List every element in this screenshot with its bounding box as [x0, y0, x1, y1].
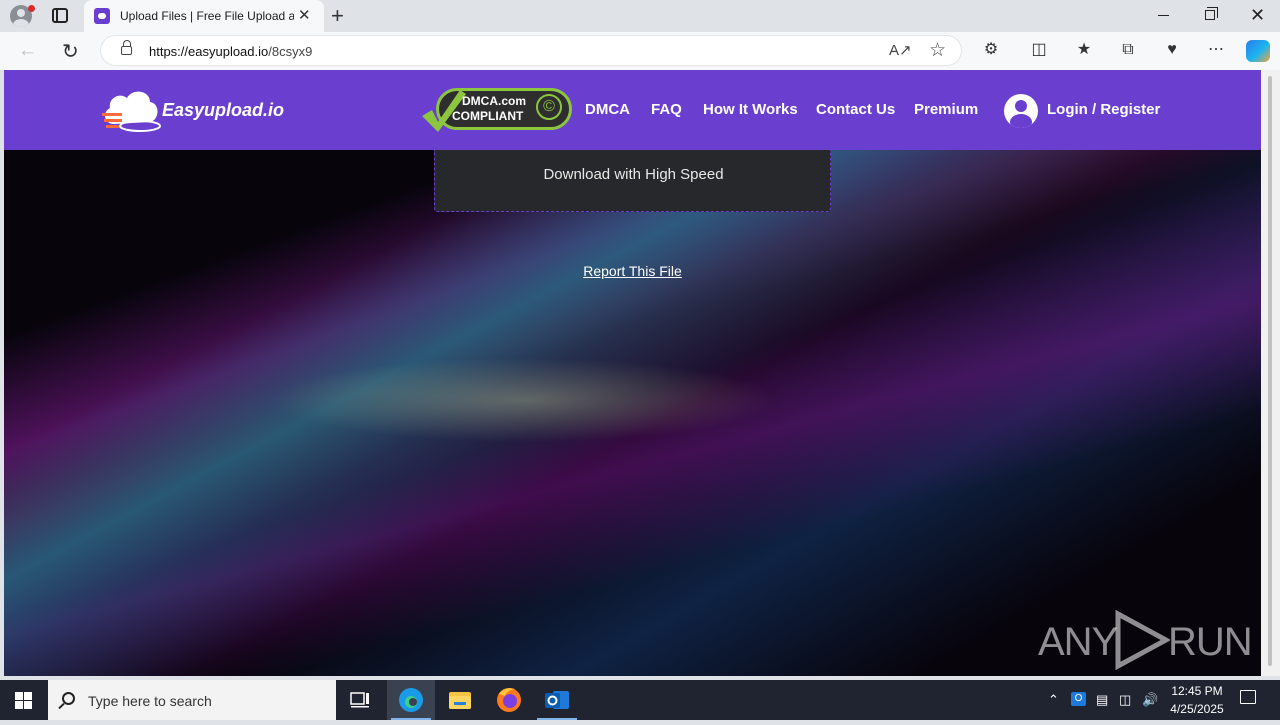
lock-icon[interactable] [121, 40, 132, 55]
favorites-icon[interactable]: ★ [1075, 41, 1093, 59]
tab-actions-icon[interactable] [52, 8, 68, 23]
site-favicon-icon [94, 8, 110, 24]
read-aloud-icon[interactable]: A↗ [889, 41, 912, 59]
windows-start-icon[interactable] [15, 692, 32, 709]
dmca-badge[interactable]: DMCA.com COMPLIANT © [418, 86, 574, 134]
restore-button[interactable] [1205, 7, 1218, 20]
site-header: Easyupload.io DMCA.com COMPLIANT © DMCA … [4, 70, 1261, 150]
tab-close-button[interactable]: ✕ [298, 7, 311, 24]
watermark-any-text: ANY [1038, 620, 1118, 664]
edge-taskbar-icon[interactable] [387, 680, 435, 720]
play-icon [1115, 610, 1170, 670]
login-register-link[interactable]: Login / Register [1047, 101, 1160, 118]
dmca-line2: COMPLIANT [452, 109, 524, 123]
nav-dmca-link[interactable]: DMCA [585, 101, 630, 118]
url-path: /8csyx9 [268, 44, 313, 59]
nav-faq-link[interactable]: FAQ [651, 101, 682, 118]
outlook-tray-icon[interactable]: O [1071, 692, 1086, 706]
taskbar-search-box[interactable]: Type here to search [48, 680, 336, 720]
copyright-icon: © [536, 94, 562, 120]
settings-more-icon[interactable]: ⋯ [1207, 41, 1225, 59]
dmca-line1: DMCA.com [462, 94, 527, 108]
search-icon [62, 692, 75, 705]
logo-text: Easyupload.io [162, 100, 285, 120]
new-tab-button[interactable]: + [331, 3, 344, 29]
watermark-run-text: RUN [1168, 620, 1253, 664]
reload-icon[interactable]: ↻ [62, 39, 79, 64]
download-button-label: Download with High Speed [543, 166, 724, 183]
task-view-icon[interactable] [336, 680, 384, 720]
copilot-icon[interactable] [1246, 40, 1270, 62]
address-bar[interactable]: https://easyupload.io/8csyx9 A↗ ☆ [100, 35, 962, 66]
anyrun-watermark: ANY RUN [1038, 610, 1253, 670]
show-hidden-icons-chevron-icon[interactable]: ⌃ [1048, 692, 1059, 708]
report-file-link[interactable]: Report This File [4, 263, 1261, 279]
taskbar-search-placeholder: Type here to search [88, 693, 212, 709]
browser-tab-bar: Upload Files | Free File Upload and Shar… [0, 0, 1280, 32]
volume-icon[interactable]: 🔊 [1142, 692, 1158, 708]
clock-date[interactable]: 4/25/2025 [1162, 702, 1232, 716]
browser-toolbar: ← ↻ https://easyupload.io/8csyx9 A↗ ☆ ⚙ … [0, 32, 1280, 70]
nav-contact-link[interactable]: Contact Us [816, 101, 895, 118]
download-high-speed-button[interactable]: Download with High Speed [434, 150, 831, 212]
notifications-icon[interactable] [1240, 690, 1256, 704]
site-logo[interactable]: Easyupload.io [96, 82, 286, 138]
network-icon[interactable]: ◫ [1119, 692, 1131, 708]
web-page: Easyupload.io DMCA.com COMPLIANT © DMCA … [4, 70, 1261, 676]
tab-title: Upload Files | Free File Upload and Shar… [120, 9, 294, 23]
minimize-button[interactable] [1158, 15, 1169, 16]
firefox-icon[interactable] [485, 680, 533, 720]
outlook-icon[interactable] [533, 680, 581, 720]
windows-taskbar: Type here to search ⌃ O ▤ ◫ 🔊 12:45 PM 4… [0, 680, 1280, 720]
cloud-logo-icon [102, 91, 161, 132]
nav-how-it-works-link[interactable]: How It Works [703, 101, 798, 118]
device-icon[interactable]: ▤ [1096, 692, 1108, 708]
favorite-star-icon[interactable]: ☆ [929, 39, 946, 62]
scrollbar-thumb[interactable] [1268, 76, 1272, 666]
user-avatar-icon[interactable] [1004, 94, 1038, 128]
back-arrow-icon[interactable]: ← [18, 40, 37, 62]
collections-icon[interactable]: ⧉ [1119, 41, 1137, 59]
clock-time[interactable]: 12:45 PM [1162, 684, 1232, 698]
file-explorer-icon[interactable] [436, 680, 484, 720]
browser-tab[interactable]: Upload Files | Free File Upload and Shar… [84, 0, 324, 32]
notification-dot [28, 5, 35, 12]
extensions-icon[interactable]: ⚙ [982, 41, 1000, 59]
window-close-button[interactable]: ✕ [1250, 6, 1265, 24]
nav-premium-link[interactable]: Premium [914, 101, 978, 118]
url-text[interactable]: https://easyupload.io/8csyx9 [149, 44, 312, 59]
split-screen-icon[interactable]: ◫ [1030, 41, 1048, 59]
url-host: https://easyupload.io [149, 44, 269, 59]
browser-essentials-icon[interactable]: ♥ [1163, 41, 1181, 59]
